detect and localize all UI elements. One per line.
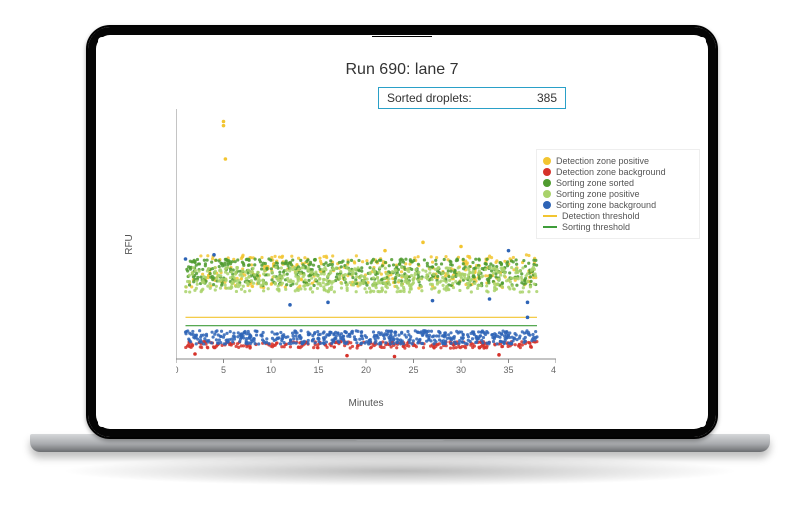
legend: Detection zone positiveDetection zone ba… bbox=[536, 149, 700, 239]
laptop-screen: Run 690: lane 7 Sorted droplets: 385 Det… bbox=[86, 25, 718, 439]
svg-text:15: 15 bbox=[313, 365, 323, 375]
svg-text:0: 0 bbox=[176, 365, 179, 375]
legend-label: Sorting zone background bbox=[556, 200, 656, 210]
chart: Run 690: lane 7 Sorted droplets: 385 Det… bbox=[98, 37, 706, 427]
legend-item: Sorting zone positive bbox=[543, 189, 693, 199]
scatter-svg: 0510152025303540050010001500200025003000 bbox=[176, 109, 556, 379]
legend-item: Sorting threshold bbox=[543, 222, 693, 232]
legend-item: Sorting zone background bbox=[543, 200, 693, 210]
legend-label: Sorting threshold bbox=[562, 222, 630, 232]
legend-label: Detection threshold bbox=[562, 211, 640, 221]
legend-item: Sorting zone sorted bbox=[543, 178, 693, 188]
sorted-counter: Sorted droplets: 385 bbox=[378, 87, 566, 109]
svg-text:25: 25 bbox=[408, 365, 418, 375]
svg-text:35: 35 bbox=[503, 365, 513, 375]
chart-title: Run 690: lane 7 bbox=[98, 61, 706, 79]
sorted-counter-value: 385 bbox=[537, 91, 557, 105]
y-axis-label: RFU bbox=[122, 109, 136, 379]
sorted-counter-label: Sorted droplets: bbox=[387, 91, 472, 105]
legend-item: Detection zone background bbox=[543, 167, 693, 177]
svg-text:40: 40 bbox=[551, 365, 556, 375]
plot-area: 0510152025303540050010001500200025003000… bbox=[176, 109, 556, 379]
legend-label: Sorting zone sorted bbox=[556, 178, 634, 188]
legend-item: Detection zone positive bbox=[543, 156, 693, 166]
screen-content: Run 690: lane 7 Sorted droplets: 385 Det… bbox=[98, 37, 706, 427]
laptop-shadow bbox=[60, 456, 740, 486]
x-axis-label: Minutes bbox=[176, 398, 556, 409]
legend-item: Detection threshold bbox=[543, 211, 693, 221]
svg-text:10: 10 bbox=[266, 365, 276, 375]
legend-label: Detection zone background bbox=[556, 167, 666, 177]
legend-label: Detection zone positive bbox=[556, 156, 649, 166]
svg-text:20: 20 bbox=[361, 365, 371, 375]
legend-label: Sorting zone positive bbox=[556, 189, 640, 199]
svg-text:30: 30 bbox=[456, 365, 466, 375]
svg-text:5: 5 bbox=[221, 365, 226, 375]
